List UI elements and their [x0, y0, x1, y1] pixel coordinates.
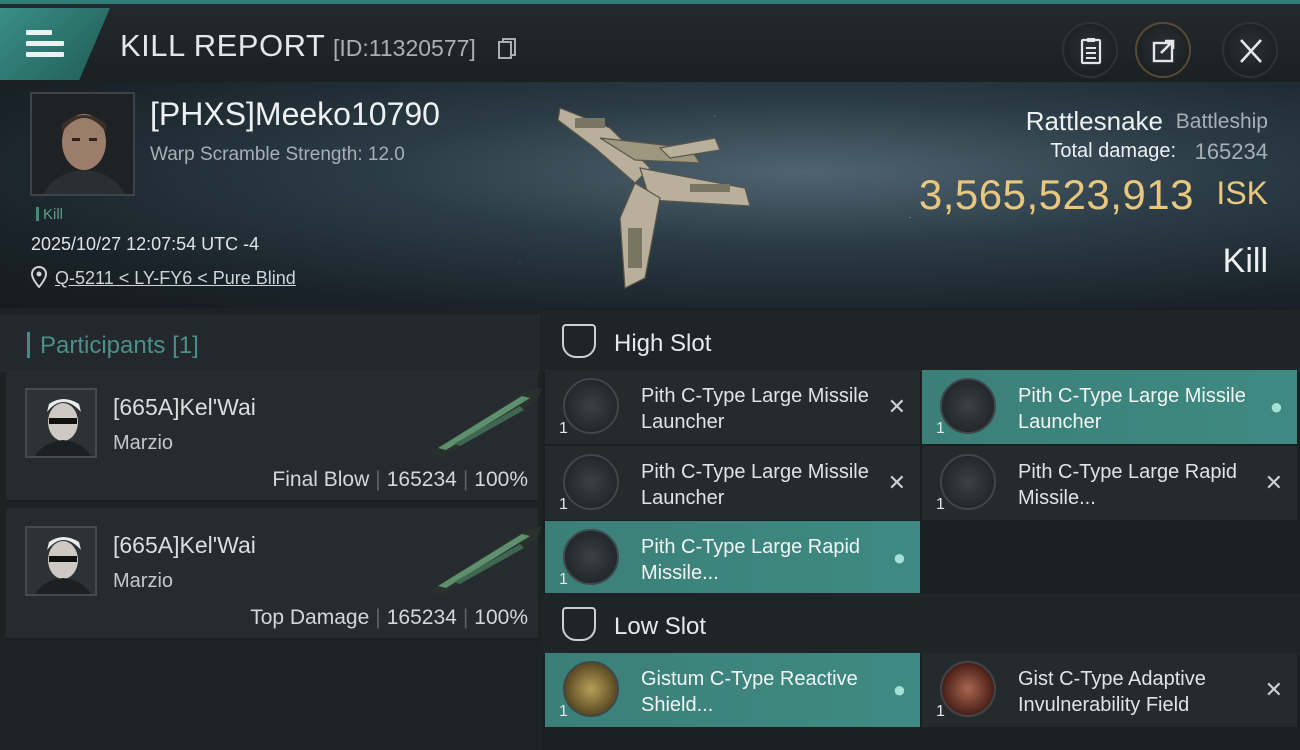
destroyed-icon: ✕ [887, 470, 906, 495]
clipboard-button[interactable] [1062, 22, 1118, 78]
module-quantity: 1 [936, 703, 945, 720]
total-damage-value: 165234 [1194, 139, 1268, 164]
header-bar: KILL REPORT [ID:11320577] [0, 0, 1300, 82]
kill-location-link[interactable]: Q-5211 < LY-FY6 < Pure Blind [55, 268, 296, 289]
fitting-panel: High Slot 1 Pith C-Type Large Missile La… [542, 308, 1300, 750]
rapid-missile-launcher-icon [940, 454, 996, 510]
close-button[interactable] [1222, 22, 1278, 78]
dropped-person-icon: ● [1269, 394, 1283, 419]
participant-name[interactable]: [665A]Kel'Wai [113, 394, 256, 421]
hamburger-icon [26, 30, 64, 58]
module-name: Pith C-Type Large Missile Launcher [641, 461, 869, 509]
module-item[interactable]: 1 Pith C-Type Large Rapid Missile... ● [545, 521, 920, 595]
victim-ship-image [557, 107, 751, 289]
high-slot-title: High Slot [614, 330, 712, 357]
missile-launcher-icon [563, 378, 619, 434]
module-name: Gist C-Type Adaptive Invulnerability Fie… [1018, 668, 1206, 716]
dropped-person-icon: ● [892, 545, 906, 570]
close-icon [1240, 39, 1262, 63]
rapid-missile-launcher-icon [563, 529, 619, 585]
warp-scramble-strength: Warp Scramble Strength: 12.0 [150, 144, 405, 165]
module-item[interactable]: 1 Pith C-Type Large Missile Launcher ● [922, 370, 1297, 444]
module-item[interactable]: 1 Pith C-Type Large Missile Launcher ✕ [545, 446, 920, 520]
location-pin-icon [31, 266, 47, 288]
destroyed-icon: ✕ [1264, 677, 1283, 702]
victim-ship-class: Battleship [1175, 110, 1268, 133]
share-icon [1152, 39, 1175, 63]
module-name: Pith C-Type Large Rapid Missile... [641, 536, 861, 584]
victim-avatar[interactable] [30, 92, 135, 196]
low-slot-title: Low Slot [614, 613, 707, 640]
participant-card[interactable]: [665A]Kel'Wai Marzio Final Blow | 165234 | 1… [6, 370, 542, 502]
portrait-image [32, 94, 133, 194]
module-name: Pith C-Type Large Missile Launcher [1018, 385, 1246, 433]
invulnerability-field-icon [940, 661, 996, 717]
participant-damage: 165234 [386, 606, 457, 629]
isk-unit: ISK [1216, 175, 1268, 211]
participant-ship-image [428, 388, 542, 456]
missile-launcher-icon [563, 454, 619, 510]
victim-summary: [PHXS]Meeko10790 Warp Scramble Strength:… [0, 82, 1300, 308]
module-item[interactable]: 1 Gist C-Type Adaptive Invulnerability F… [922, 653, 1297, 727]
participant-corp: Marzio [113, 570, 174, 592]
participant-corp: Marzio [113, 432, 174, 454]
participants-count: [1] [172, 332, 199, 359]
share-button[interactable] [1135, 22, 1191, 78]
isk-value: 3,565,523,913 [918, 171, 1194, 218]
module-quantity: 1 [559, 496, 568, 513]
participants-title: Participants [40, 332, 166, 359]
participant-role: Final Blow [272, 468, 370, 491]
copy-icon[interactable] [498, 38, 516, 60]
module-item[interactable]: 1 Gistum C-Type Reactive Shield... ● [545, 653, 920, 727]
missile-launcher-icon [940, 378, 996, 434]
kill-tag: Kill [36, 206, 63, 223]
module-item[interactable]: 1 Pith C-Type Large Missile Launcher ✕ [545, 370, 920, 444]
module-quantity: 1 [559, 571, 568, 588]
clipboard-icon [1080, 38, 1102, 65]
low-slot-header: Low Slot [542, 593, 1300, 655]
high-slot-icon [562, 324, 596, 358]
total-damage-label: Total damage: [1050, 140, 1176, 162]
page-title: KILL REPORT [120, 28, 326, 63]
dropped-person-icon: ● [892, 677, 906, 702]
module-quantity: 1 [559, 703, 568, 720]
shield-hardener-icon [563, 661, 619, 717]
participant-percent: 100% [474, 606, 528, 629]
module-name: Pith C-Type Large Missile Launcher [641, 385, 869, 433]
module-name: Pith C-Type Large Rapid Missile... [1018, 461, 1238, 509]
participant-avatar [25, 388, 97, 458]
module-item[interactable]: 1 Pith C-Type Large Rapid Missile... ✕ [922, 446, 1297, 520]
destroyed-icon: ✕ [1264, 470, 1283, 495]
victim-name[interactable]: [PHXS]Meeko10790 [150, 96, 440, 133]
victim-ship-name[interactable]: Rattlesnake [1026, 106, 1163, 137]
participant-stats: Top Damage | 165234 | 100% [250, 606, 528, 629]
participant-avatar [25, 526, 97, 596]
menu-button[interactable] [0, 8, 110, 80]
destroyed-icon: ✕ [887, 394, 906, 419]
participants-panel: Participants [1] [665A]Kel'Wai Marzio Fi… [0, 308, 542, 750]
participant-damage: 165234 [386, 468, 457, 491]
participant-percent: 100% [474, 468, 528, 491]
module-name: Gistum C-Type Reactive Shield... [641, 668, 858, 716]
low-slot-icon [562, 607, 596, 641]
module-quantity: 1 [559, 420, 568, 437]
module-quantity: 1 [936, 420, 945, 437]
kill-result: Kill [1222, 242, 1268, 280]
module-quantity: 1 [936, 496, 945, 513]
participant-role: Top Damage [250, 606, 370, 629]
participants-header: Participants [1] [0, 314, 540, 372]
participant-ship-image [428, 526, 542, 594]
high-slot-header: High Slot [542, 310, 1300, 372]
kill-datetime: 2025/10/27 12:07:54 UTC -4 [31, 234, 260, 254]
participant-card[interactable]: [665A]Kel'Wai Marzio Top Damage | 165234 | 1… [6, 508, 542, 640]
participant-stats: Final Blow | 165234 | 100% [272, 468, 528, 491]
report-id: [ID:11320577] [333, 35, 476, 61]
participant-name[interactable]: [665A]Kel'Wai [113, 532, 256, 559]
